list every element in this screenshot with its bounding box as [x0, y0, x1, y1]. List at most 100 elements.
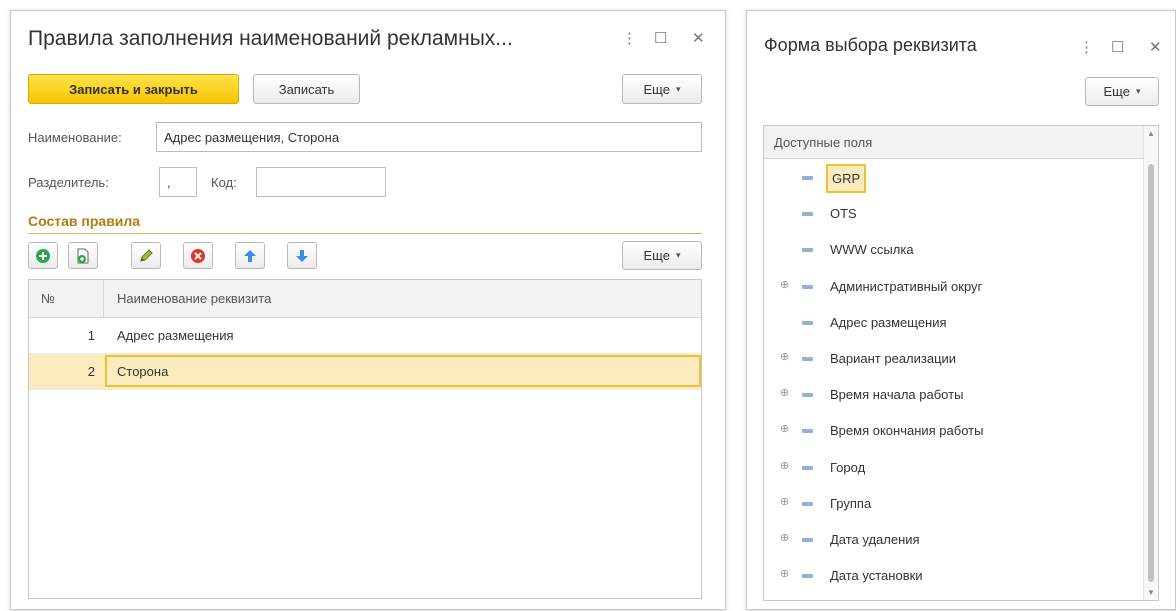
column-divider: [103, 280, 104, 318]
save-button[interactable]: Записать: [253, 74, 360, 104]
field-icon: [802, 429, 813, 434]
add-icon: [36, 248, 50, 263]
more-button[interactable]: Еще ▾: [622, 74, 702, 104]
tree-item[interactable]: ⊕ Город: [764, 450, 1144, 486]
row-name: Адрес размещения: [117, 328, 234, 343]
field-icon: [802, 465, 813, 470]
rule-table[interactable]: № Наименование реквизита 1 Адрес размеще…: [28, 279, 702, 599]
tree-item-label: GRP: [826, 164, 867, 193]
name-input[interactable]: Адрес размещения, Сторона: [156, 122, 702, 152]
chevron-down-icon: ▾: [675, 250, 681, 260]
edit-button[interactable]: [131, 242, 161, 269]
save-label: Записать: [278, 81, 335, 97]
add-button[interactable]: [28, 242, 58, 269]
vertical-scrollbar[interactable]: ▲ ▼: [1143, 126, 1158, 600]
scrollbar-thumb[interactable]: [1148, 164, 1154, 582]
tree-item[interactable]: Адрес размещения: [764, 305, 1144, 341]
more-label: Еще: [643, 81, 670, 97]
tree-item-label: Дата удаления: [830, 532, 920, 547]
field-icon: [802, 393, 813, 398]
tree-item-label: WWW ссылка: [830, 242, 914, 258]
chevron-down-icon: ▾: [1135, 86, 1141, 96]
tree-header-label: Доступные поля: [774, 135, 873, 150]
row-number: 1: [87, 328, 95, 343]
edit-icon: [140, 248, 153, 262]
tree-item-label: Время начала работы: [830, 387, 964, 403]
tree-item-label: Дата установки: [830, 568, 923, 584]
available-fields-tree[interactable]: Доступные поля GRP OTS WWW ссылка ⊕ Админист…: [763, 125, 1159, 601]
tree-item-label: Административный округ: [830, 278, 983, 294]
column-header-name[interactable]: Наименование реквизита: [117, 291, 271, 306]
scroll-down-arrow-icon[interactable]: ▼: [1147, 588, 1155, 597]
code-input[interactable]: [256, 167, 386, 197]
rules-window: Правила заполнения наименований рекламны…: [10, 10, 726, 610]
maximize-icon[interactable]: ☐: [1111, 40, 1124, 56]
rule-composition-title: Состав правила: [28, 213, 141, 229]
column-header-num[interactable]: №: [41, 291, 55, 306]
name-label: Наименование:: [28, 130, 122, 145]
close-icon[interactable]: ✕: [1149, 40, 1162, 56]
tree-item-label: Город: [830, 459, 866, 475]
code-label: Код:: [211, 175, 237, 190]
window-title: Правила заполнения наименований рекламны…: [28, 27, 513, 50]
more-actions-icon[interactable]: ⋮: [622, 31, 637, 47]
move-up-icon: [244, 249, 256, 262]
tree-item[interactable]: OTS: [764, 196, 1144, 232]
tree-item[interactable]: ⊕ Дата удаления: [764, 522, 1144, 558]
table-row[interactable]: 1 Адрес размещения: [29, 318, 701, 354]
field-icon: [802, 212, 813, 217]
expand-icon[interactable]: ⊕: [780, 496, 791, 508]
copy-button[interactable]: [68, 242, 98, 269]
row-name: Сторона: [117, 364, 169, 379]
field-icon: [802, 284, 813, 289]
field-icon: [802, 501, 813, 506]
expand-icon[interactable]: ⊕: [780, 424, 791, 435]
expand-icon[interactable]: ⊕: [780, 352, 791, 363]
expand-icon[interactable]: ⊕: [780, 460, 791, 472]
group-divider: [28, 233, 702, 234]
field-icon: [802, 248, 813, 253]
close-icon[interactable]: ✕: [692, 31, 705, 47]
active-cell: [105, 355, 701, 387]
tree-item-label: Время окончания работы: [830, 423, 984, 439]
delete-icon: [191, 248, 205, 263]
table-header: № Наименование реквизита: [29, 280, 701, 318]
move-down-icon: [296, 249, 308, 262]
save-and-close-button[interactable]: Записать и закрыть: [28, 74, 239, 104]
tree-item[interactable]: ⊕ Время начала работы: [764, 377, 1144, 413]
chevron-down-icon: ▾: [675, 83, 681, 94]
expand-icon[interactable]: ⊕: [780, 279, 791, 291]
more-actions-icon[interactable]: ⋮: [1079, 40, 1094, 56]
row-number: 2: [87, 364, 95, 379]
tree-item-label: Вариант реализации: [830, 351, 957, 366]
expand-icon[interactable]: ⊕: [780, 569, 791, 580]
scroll-up-arrow-icon[interactable]: ▲: [1147, 129, 1155, 138]
expand-icon[interactable]: ⊕: [780, 388, 791, 399]
field-icon: [802, 176, 813, 180]
field-icon: [802, 538, 813, 542]
tree-item-label: Группа: [830, 495, 872, 511]
table-more-label: Еще: [643, 248, 670, 263]
expand-icon[interactable]: ⊕: [780, 533, 791, 544]
tree-item[interactable]: ⊕ Административный округ: [764, 269, 1144, 305]
separator-input[interactable]: ,: [159, 167, 197, 197]
move-up-button[interactable]: [235, 242, 265, 269]
delete-button[interactable]: [183, 242, 213, 269]
tree-item[interactable]: ⊕ Группа: [764, 486, 1144, 522]
maximize-icon[interactable]: ☐: [654, 31, 667, 47]
tree-item-label: Адрес размещения: [830, 314, 947, 330]
more-label: Еще: [1103, 84, 1130, 99]
copy-icon: [77, 248, 89, 263]
field-picker-window: Форма выбора реквизита ⋮ ☐ ✕ Еще ▾ Досту…: [746, 10, 1176, 610]
tree-item[interactable]: ⊕ Вариант реализации: [764, 341, 1144, 377]
tree-item[interactable]: ⊕ Время окончания работы: [764, 413, 1144, 449]
field-icon: [802, 357, 813, 361]
tree-item-selected[interactable]: GRP: [764, 160, 1144, 196]
table-row-selected[interactable]: 2 Сторона: [29, 354, 701, 390]
more-button[interactable]: Еще ▾: [1085, 77, 1159, 106]
tree-item[interactable]: WWW ссылка: [764, 232, 1144, 268]
table-more-button[interactable]: Еще ▾: [622, 241, 702, 270]
move-down-button[interactable]: [287, 242, 317, 269]
tree-item[interactable]: ⊕ Дата установки: [764, 558, 1144, 594]
window-title: Форма выбора реквизита: [764, 35, 977, 55]
